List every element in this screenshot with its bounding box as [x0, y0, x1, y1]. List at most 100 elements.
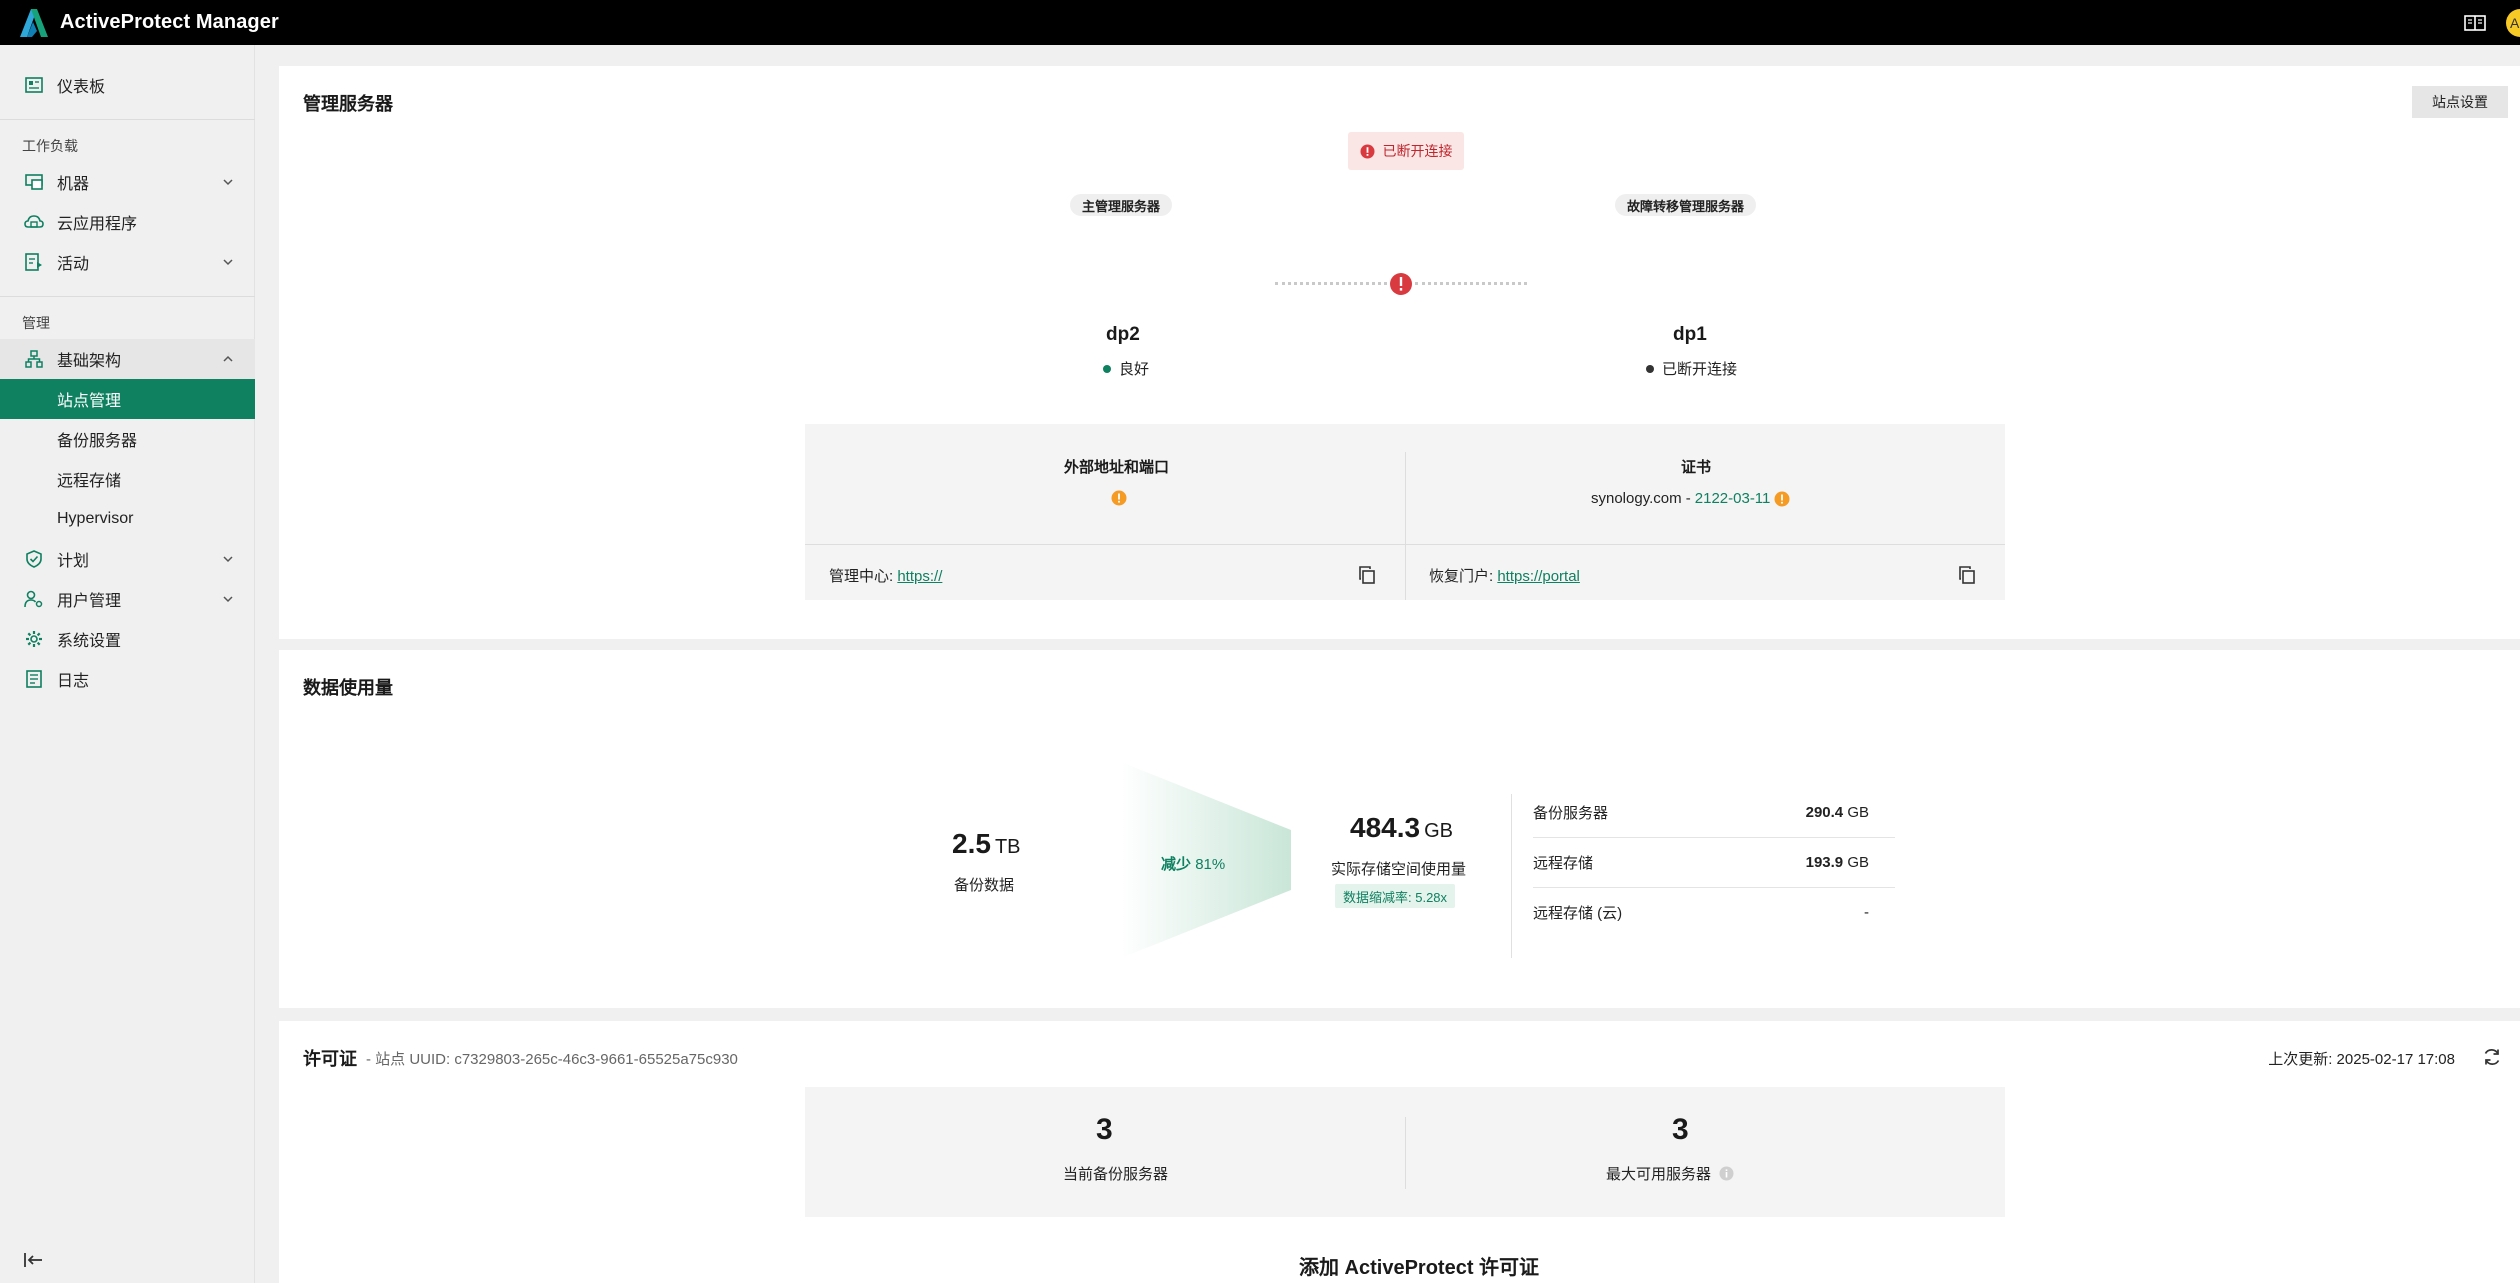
sidebar-item-hypervisor[interactable]: Hypervisor — [0, 499, 255, 539]
usage-value-unit: GB — [1843, 803, 1869, 821]
certificate-label: 证书 — [1681, 459, 1712, 476]
sidebar-item-label: 机器 — [57, 176, 90, 193]
collapse-sidebar-icon[interactable] — [22, 1249, 44, 1271]
sidebar-item-cloud-apps[interactable]: 云应用程序 — [0, 202, 255, 242]
sidebar-item-label: 系统设置 — [57, 633, 122, 650]
sidebar-item-plans[interactable]: 计划 — [0, 539, 255, 579]
current-servers-label: 当前备份服务器 — [1063, 1166, 1169, 1183]
reduction-indicator: 减少 81% — [1161, 853, 1225, 874]
sidebar-item-label: 计划 — [57, 553, 90, 570]
usage-row-value: 290.4 GB — [1806, 804, 1869, 821]
copy-icon[interactable] — [1958, 566, 1976, 584]
actual-usage-value: 484.3 GB — [1350, 812, 1453, 844]
usage-row-remote-storage: 远程存储 193.9 GB — [1533, 837, 1895, 887]
usage-row-label: 远程存储 (云) — [1533, 904, 1623, 922]
sidebar-item-infrastructure[interactable]: 基础架构 — [0, 339, 255, 379]
status-dot-icon — [1103, 364, 1111, 373]
certificate-domain: synology.com - — [1591, 490, 1691, 507]
primary-status-text: 良好 — [1119, 361, 1150, 378]
sidebar-item-logs[interactable]: 日志 — [0, 659, 255, 699]
current-servers-value: 3 — [1096, 1113, 1113, 1146]
connection-status-badge: 已断开连接 — [1348, 132, 1464, 170]
sidebar-item-dashboard[interactable]: 仪表板 — [0, 65, 255, 105]
sidebar-item-label: 备份服务器 — [57, 433, 138, 450]
user-avatar[interactable]: A — [2506, 8, 2520, 37]
management-server-card: 管理服务器 站点设置 已断开连接 主管理服务器 故障转移管理服务器 dp2 良好… — [279, 66, 2520, 639]
error-icon — [1360, 144, 1374, 158]
failover-server-pill: 故障转移管理服务器 — [1615, 194, 1757, 216]
actual-usage-label: 实际存储空间使用量 — [1331, 861, 1467, 878]
chevron-up-icon — [223, 355, 233, 362]
refresh-icon[interactable] — [2482, 1047, 2502, 1067]
help-book-icon[interactable] — [2464, 14, 2486, 32]
primary-server-pill: 主管理服务器 — [1070, 194, 1173, 216]
primary-server-status: 良好 — [1103, 358, 1149, 379]
chevron-down-icon — [223, 556, 233, 563]
license-summary-panel: 3 当前备份服务器 3 最大可用服务器 — [805, 1087, 2005, 1217]
infrastructure-icon — [25, 350, 43, 368]
sidebar-item-remote-storage[interactable]: 远程存储 — [0, 459, 255, 499]
usage-row-label: 远程存储 — [1533, 854, 1594, 872]
sidebar-item-backup-servers[interactable]: 备份服务器 — [0, 419, 255, 459]
info-icon[interactable] — [1719, 1166, 1734, 1181]
usage-value-number: - — [1864, 903, 1869, 921]
certificate-info: synology.com - 2122-03-11 — [1591, 490, 1790, 507]
max-servers-label: 最大可用服务器 — [1606, 1163, 1734, 1184]
sidebar-item-machines[interactable]: 机器 — [0, 162, 255, 202]
sidebar-item-label: 活动 — [57, 256, 90, 273]
sidebar-item-label: 站点管理 — [57, 393, 122, 410]
sidebar-item-label: 远程存储 — [57, 473, 122, 490]
site-settings-button[interactable]: 站点设置 — [2412, 86, 2508, 118]
connection-error-icon — [1390, 273, 1412, 295]
sidebar-divider — [0, 119, 255, 120]
info-divider — [1405, 452, 1406, 600]
warning-icon[interactable] — [1111, 490, 1127, 506]
sidebar-item-user-management[interactable]: 用户管理 — [0, 579, 255, 619]
status-dot-icon — [1646, 364, 1654, 373]
recovery-portal-link[interactable]: https://portal — [1497, 568, 1580, 585]
usage-row-backup-servers: 备份服务器 290.4 GB — [1533, 787, 1895, 837]
backup-data-number: 2.5 — [952, 828, 991, 859]
activeprotect-logo-icon — [20, 8, 48, 37]
certificate-expiry-date: 2122-03-11 — [1694, 490, 1771, 507]
sidebar-item-activities[interactable]: 活动 — [0, 242, 255, 282]
admin-center-label: 管理中心: — [829, 568, 898, 585]
backup-data-unit: TB — [994, 836, 1021, 858]
usage-divider — [1511, 794, 1512, 958]
connection-status-text: 已断开连接 — [1382, 143, 1453, 159]
max-servers-text: 最大可用服务器 — [1606, 1166, 1712, 1183]
copy-icon[interactable] — [1358, 566, 1376, 584]
dashboard-icon — [25, 77, 43, 93]
sidebar-item-site-management[interactable]: 站点管理 — [0, 379, 255, 419]
sidebar-divider — [0, 296, 255, 297]
connection-line-right — [1415, 282, 1527, 285]
avatar-initial: A — [2510, 14, 2520, 31]
license-title: 许可证 — [303, 1049, 357, 1069]
connection-line-left — [1275, 282, 1387, 285]
warning-icon[interactable] — [1774, 491, 1790, 507]
section-label-workload: 工作负载 — [22, 138, 78, 154]
usage-row-label: 备份服务器 — [1533, 804, 1609, 822]
chevron-down-icon — [223, 259, 233, 266]
reduction-value: 81% — [1195, 856, 1226, 873]
backup-data-value: 2.5 TB — [952, 828, 1021, 860]
license-card: 许可证 - 站点 UUID: c7329803-265c-46c3-9661-6… — [279, 1021, 2520, 1283]
gear-icon — [26, 631, 42, 647]
data-usage-title: 数据使用量 — [303, 678, 393, 698]
admin-center-link[interactable]: https:// — [897, 568, 942, 585]
recovery-portal-row: 恢复门户: https://portal — [1429, 565, 1580, 586]
sidebar-item-system-settings[interactable]: 系统设置 — [0, 619, 255, 659]
shield-check-icon — [26, 550, 42, 568]
usage-row-remote-storage-cloud: 远程存储 (云) - — [1533, 887, 1895, 937]
reduction-ratio-badge: 数据缩减率: 5.28x — [1335, 884, 1456, 908]
primary-server-name: dp2 — [1106, 324, 1140, 345]
site-uuid: - 站点 UUID: c7329803-265c-46c3-9661-65525… — [366, 1051, 738, 1068]
last-updated: 上次更新: 2025-02-17 17:08 — [2268, 1051, 2455, 1068]
top-bar: ActiveProtect Manager A — [0, 0, 2520, 45]
sidebar-item-label: 日志 — [57, 673, 90, 690]
usage-value-number: 193.9 — [1805, 853, 1844, 871]
actual-usage-unit: GB — [1424, 820, 1453, 842]
recovery-portal-label: 恢复门户: — [1429, 568, 1498, 585]
sidebar-item-label: Hypervisor — [57, 510, 134, 527]
sidebar-item-label: 仪表板 — [57, 79, 106, 96]
